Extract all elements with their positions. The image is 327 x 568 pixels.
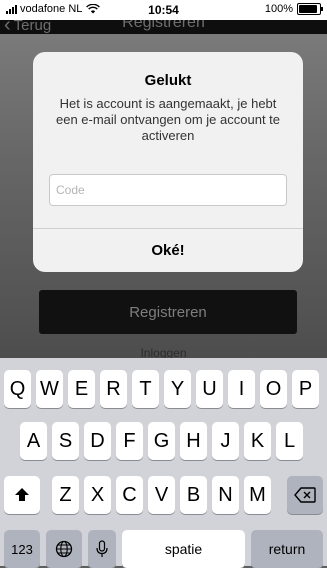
- ok-button[interactable]: Oké!: [33, 229, 303, 272]
- nav-title: Registreren: [122, 20, 205, 31]
- key-k[interactable]: K: [244, 422, 271, 460]
- battery-icon: [297, 3, 323, 15]
- key-q[interactable]: Q: [4, 370, 31, 408]
- carrier-name: vodafone NL: [20, 3, 83, 15]
- backspace-icon: [294, 487, 316, 503]
- key-x[interactable]: X: [84, 476, 111, 514]
- key-v[interactable]: V: [148, 476, 175, 514]
- battery-percent: 100%: [264, 3, 293, 15]
- wifi-icon: [86, 4, 101, 14]
- key-y[interactable]: Y: [164, 370, 191, 408]
- status-right: 100%: [264, 3, 323, 15]
- numbers-key[interactable]: 123: [4, 530, 40, 568]
- key-o[interactable]: O: [260, 370, 287, 408]
- key-r[interactable]: R: [100, 370, 127, 408]
- signal-icon: [6, 4, 17, 14]
- delete-key[interactable]: [287, 476, 323, 514]
- globe-icon: [55, 540, 73, 558]
- key-j[interactable]: J: [212, 422, 239, 460]
- keyboard: Q W E R T Y U I O P A S D F G H J K L Z …: [0, 358, 327, 568]
- key-s[interactable]: S: [52, 422, 79, 460]
- shift-key[interactable]: [4, 476, 40, 514]
- navigation-bar: ‹ Terug Registreren: [0, 20, 327, 34]
- status-left: vodafone NL: [6, 3, 101, 15]
- battery-fill: [299, 5, 317, 13]
- key-c[interactable]: C: [116, 476, 143, 514]
- key-d[interactable]: D: [84, 422, 111, 460]
- space-key[interactable]: spatie: [122, 530, 245, 568]
- key-l[interactable]: L: [276, 422, 303, 460]
- alert-title: Gelukt: [144, 72, 192, 89]
- key-a[interactable]: A: [20, 422, 47, 460]
- microphone-icon: [96, 540, 108, 557]
- key-z[interactable]: Z: [52, 476, 79, 514]
- shift-icon: [15, 488, 29, 501]
- key-t[interactable]: T: [132, 370, 159, 408]
- key-g[interactable]: G: [148, 422, 175, 460]
- register-button[interactable]: Registreren: [39, 290, 297, 334]
- key-h[interactable]: H: [180, 422, 207, 460]
- key-b[interactable]: B: [180, 476, 207, 514]
- status-bar: vodafone NL 10:54 100%: [0, 0, 327, 20]
- alert-dialog: Gelukt Het is account is aangemaakt, je …: [33, 52, 303, 272]
- code-input[interactable]: [49, 174, 287, 206]
- key-f[interactable]: F: [116, 422, 143, 460]
- key-w[interactable]: W: [36, 370, 63, 408]
- microphone-key[interactable]: [88, 530, 116, 568]
- return-key[interactable]: return: [251, 530, 323, 568]
- alert-message: Het is account is aangemaakt, je hebt ee…: [55, 96, 281, 143]
- key-m[interactable]: M: [244, 476, 271, 514]
- key-p[interactable]: P: [292, 370, 319, 408]
- key-i[interactable]: I: [228, 370, 255, 408]
- globe-key[interactable]: [46, 530, 82, 568]
- key-u[interactable]: U: [196, 370, 223, 408]
- key-n[interactable]: N: [212, 476, 239, 514]
- key-e[interactable]: E: [68, 370, 95, 408]
